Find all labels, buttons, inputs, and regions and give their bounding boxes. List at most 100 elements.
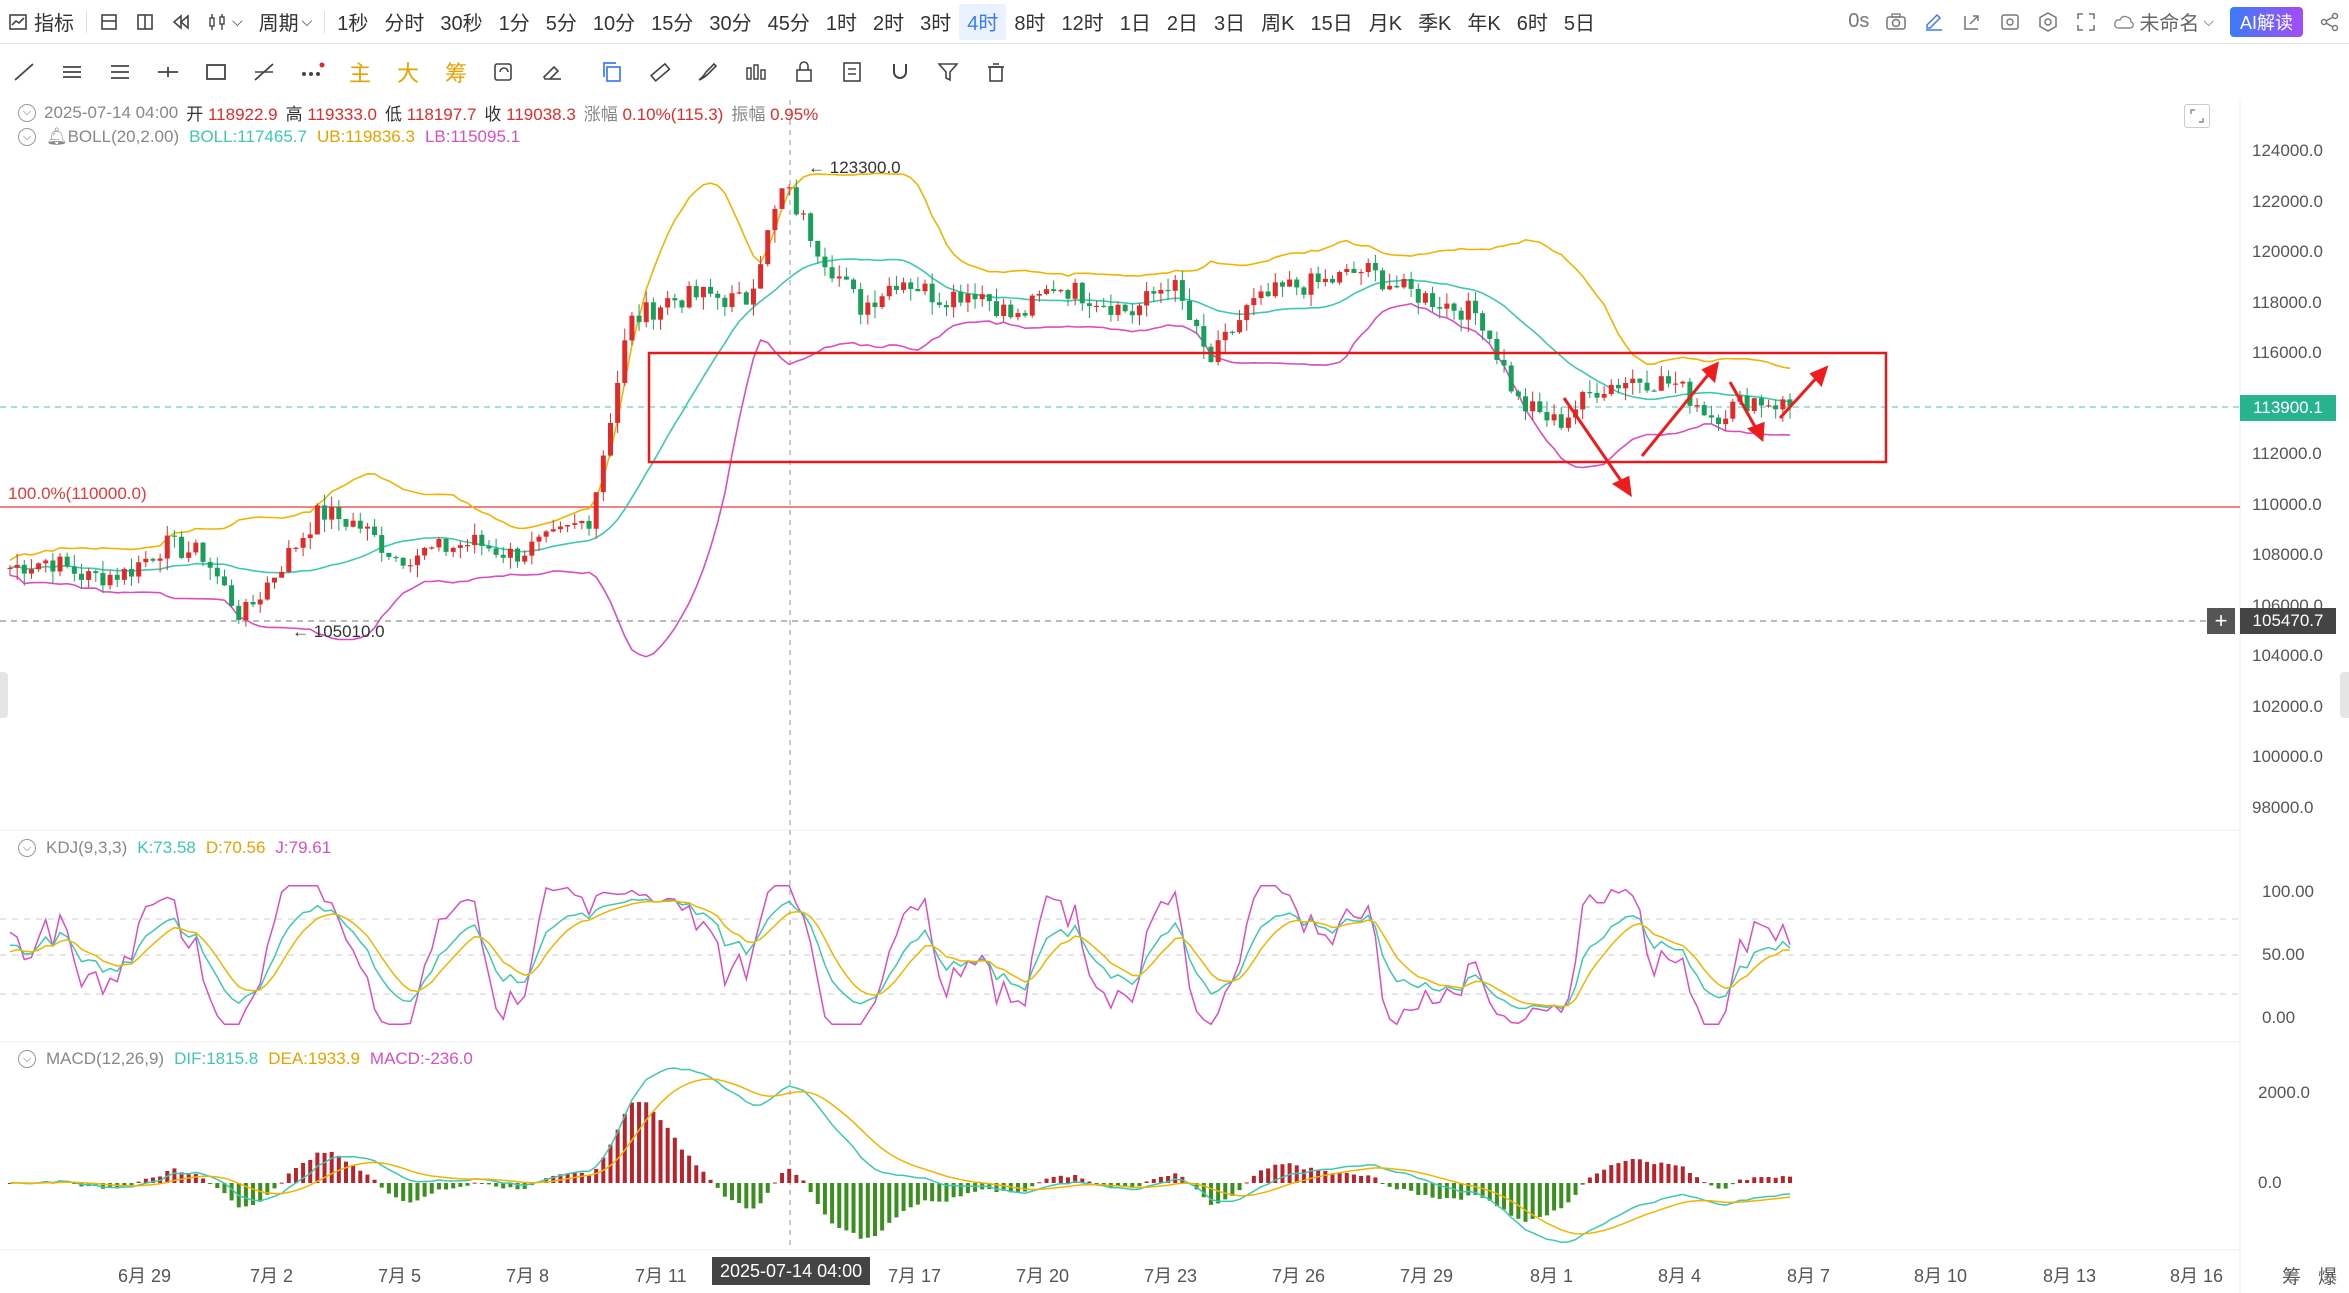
candle-body	[43, 560, 49, 564]
candle-body	[1437, 307, 1443, 309]
macd-histogram-bar	[1695, 1177, 1700, 1183]
macd-histogram-bar	[787, 1168, 792, 1183]
kdj-tick: 100.00	[2262, 882, 2314, 901]
macd-histogram-bar	[915, 1183, 920, 1205]
right-collapse-handle[interactable]	[2340, 672, 2349, 718]
candle-body	[1208, 346, 1214, 363]
macd-histogram-bar	[1294, 1165, 1299, 1183]
fib-label: 100.0%(110000.0)	[8, 484, 147, 503]
candle-body	[1451, 303, 1457, 311]
macd-histogram-bar	[429, 1183, 434, 1194]
date-tick: 7月 5	[378, 1266, 422, 1286]
candle-body	[1108, 305, 1114, 315]
high-annotation: ← 123300.0	[808, 158, 901, 177]
candle-body	[21, 564, 27, 574]
liquidation-toggle[interactable]: 爆	[2318, 1262, 2337, 1289]
macd-histogram-bar	[129, 1183, 134, 1186]
macd-histogram-bar	[744, 1183, 749, 1209]
candle-body	[1465, 300, 1471, 320]
candle-body	[93, 571, 99, 574]
candle-body	[1580, 392, 1586, 410]
macd-histogram-bar	[465, 1183, 470, 1186]
macd-histogram-bar	[1559, 1183, 1564, 1209]
kdj-d-line	[9, 900, 1791, 1008]
macd-histogram-bar	[851, 1183, 856, 1233]
macd-histogram-bar	[1666, 1163, 1671, 1183]
candle-body	[1601, 394, 1607, 398]
macd-histogram-bar	[201, 1178, 206, 1183]
macd-histogram-bar	[1044, 1178, 1049, 1183]
candle-body	[1337, 272, 1343, 283]
candle-body	[486, 545, 492, 549]
macd-histogram-bar	[1702, 1182, 1707, 1184]
candle-body	[1523, 396, 1529, 412]
candle-body	[1401, 279, 1407, 288]
add-alert-icon[interactable]: +	[2207, 608, 2235, 634]
macd-histogram-bar	[901, 1183, 906, 1211]
candle-body	[851, 279, 857, 290]
candle-body	[1251, 298, 1257, 306]
candle-body	[1716, 417, 1722, 425]
macd-histogram-bar	[1645, 1161, 1650, 1183]
macd-histogram-bar	[1723, 1183, 1728, 1189]
macd-histogram-bar	[215, 1183, 220, 1189]
macd-histogram-bar	[1537, 1183, 1542, 1218]
candle-body	[1015, 313, 1021, 318]
candle-body	[715, 293, 721, 298]
macd-histogram-bar	[644, 1102, 649, 1183]
candle-body	[1594, 392, 1600, 398]
price-tick: 110000.0	[2252, 494, 2322, 514]
candle-body	[1086, 303, 1092, 306]
macd-histogram-bar	[1673, 1165, 1678, 1183]
macd-histogram-bar	[379, 1183, 384, 1188]
candle-body	[193, 542, 199, 553]
candle-body	[758, 264, 764, 289]
candle-body	[450, 547, 456, 552]
macd-histogram-bar	[894, 1183, 899, 1218]
date-tick: 7月 29	[1400, 1266, 1454, 1286]
candle-body	[536, 536, 542, 542]
macd-histogram-bar	[1337, 1173, 1342, 1183]
macd-histogram-bar	[451, 1183, 456, 1189]
candle-body	[1430, 293, 1436, 308]
left-collapse-handle[interactable]	[0, 672, 8, 718]
candle-body	[1458, 310, 1464, 320]
macd-histogram-bar	[722, 1183, 727, 1197]
macd-histogram-bar	[1616, 1163, 1621, 1183]
candle-body	[1758, 398, 1764, 406]
macd-histogram-bar	[1323, 1170, 1328, 1183]
macd-histogram-bar	[1637, 1159, 1642, 1183]
candle-body	[986, 294, 992, 302]
candle-body	[1530, 401, 1536, 412]
candle-body	[1044, 289, 1050, 294]
kdj-tick: 50.00	[2262, 945, 2305, 964]
candle-body	[672, 298, 678, 301]
candle-body	[557, 526, 563, 530]
macd-histogram-bar	[665, 1127, 670, 1183]
candle-body	[1565, 417, 1571, 428]
candle-body	[114, 574, 120, 580]
candle-body	[908, 282, 914, 289]
macd-dif-line	[9, 1067, 1791, 1244]
candle-body	[1279, 282, 1285, 287]
macd-histogram-bar	[1208, 1183, 1213, 1205]
macd-histogram-bar	[1773, 1177, 1778, 1183]
macd-histogram-bar	[1409, 1183, 1414, 1191]
macd-histogram-bar	[1680, 1166, 1685, 1183]
candle-body	[200, 542, 206, 562]
price-chart[interactable]	[0, 0, 2349, 1293]
candle-body	[457, 545, 463, 548]
macd-histogram-bar	[1423, 1183, 1428, 1195]
candle-body	[293, 547, 299, 550]
candle-body	[250, 601, 256, 605]
crosshair-price-tag: 105470.7	[2240, 608, 2336, 634]
candle-body	[1215, 340, 1221, 363]
macd-histogram-bar	[1623, 1160, 1628, 1183]
chip-toggle[interactable]: 筹	[2282, 1262, 2301, 1289]
candle-body	[865, 302, 871, 315]
candle-body	[179, 536, 185, 558]
candle-body	[1072, 282, 1078, 299]
date-tick: 8月 1	[1530, 1266, 1574, 1286]
date-tick: 6月 29	[118, 1266, 172, 1286]
candle-body	[915, 288, 921, 292]
